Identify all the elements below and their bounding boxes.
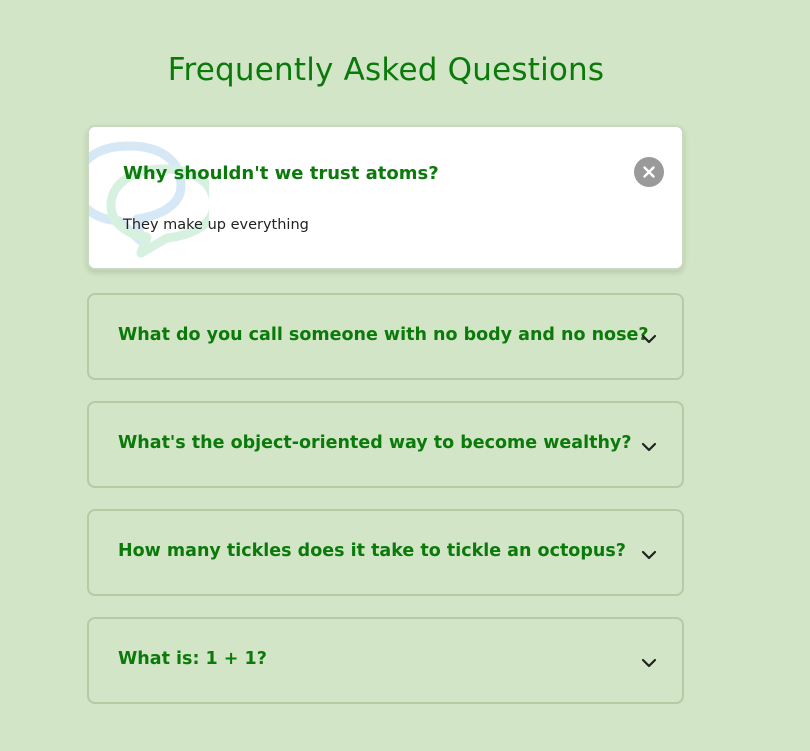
page-title: Frequently Asked Questions	[167, 52, 605, 88]
faq-question: What do you call someone with no body an…	[118, 325, 649, 345]
close-icon	[643, 166, 655, 178]
faq-question: What is: 1 + 1?	[118, 649, 267, 669]
faq-item-4[interactable]: How many tickles does it take to tickle …	[87, 509, 684, 596]
faq-item-2[interactable]: What do you call someone with no body an…	[87, 293, 684, 380]
chat-bubbles-icon	[89, 141, 209, 258]
close-button[interactable]	[634, 157, 664, 187]
chevron-down-icon[interactable]	[639, 440, 659, 454]
faq-item-5[interactable]: What is: 1 + 1?	[87, 617, 684, 704]
faq-answer: They make up everything	[123, 217, 309, 233]
faq-question: Why shouldn't we trust atoms?	[123, 163, 439, 184]
faq-item-1[interactable]: Why shouldn't we trust atoms? They make …	[87, 125, 684, 270]
faq-item-3[interactable]: What's the object-oriented way to become…	[87, 401, 684, 488]
chevron-down-icon[interactable]	[639, 656, 659, 670]
chevron-down-icon[interactable]	[639, 548, 659, 562]
faq-question: What's the object-oriented way to become…	[118, 433, 632, 453]
faq-question: How many tickles does it take to tickle …	[118, 541, 626, 561]
chevron-down-icon[interactable]	[639, 332, 659, 346]
